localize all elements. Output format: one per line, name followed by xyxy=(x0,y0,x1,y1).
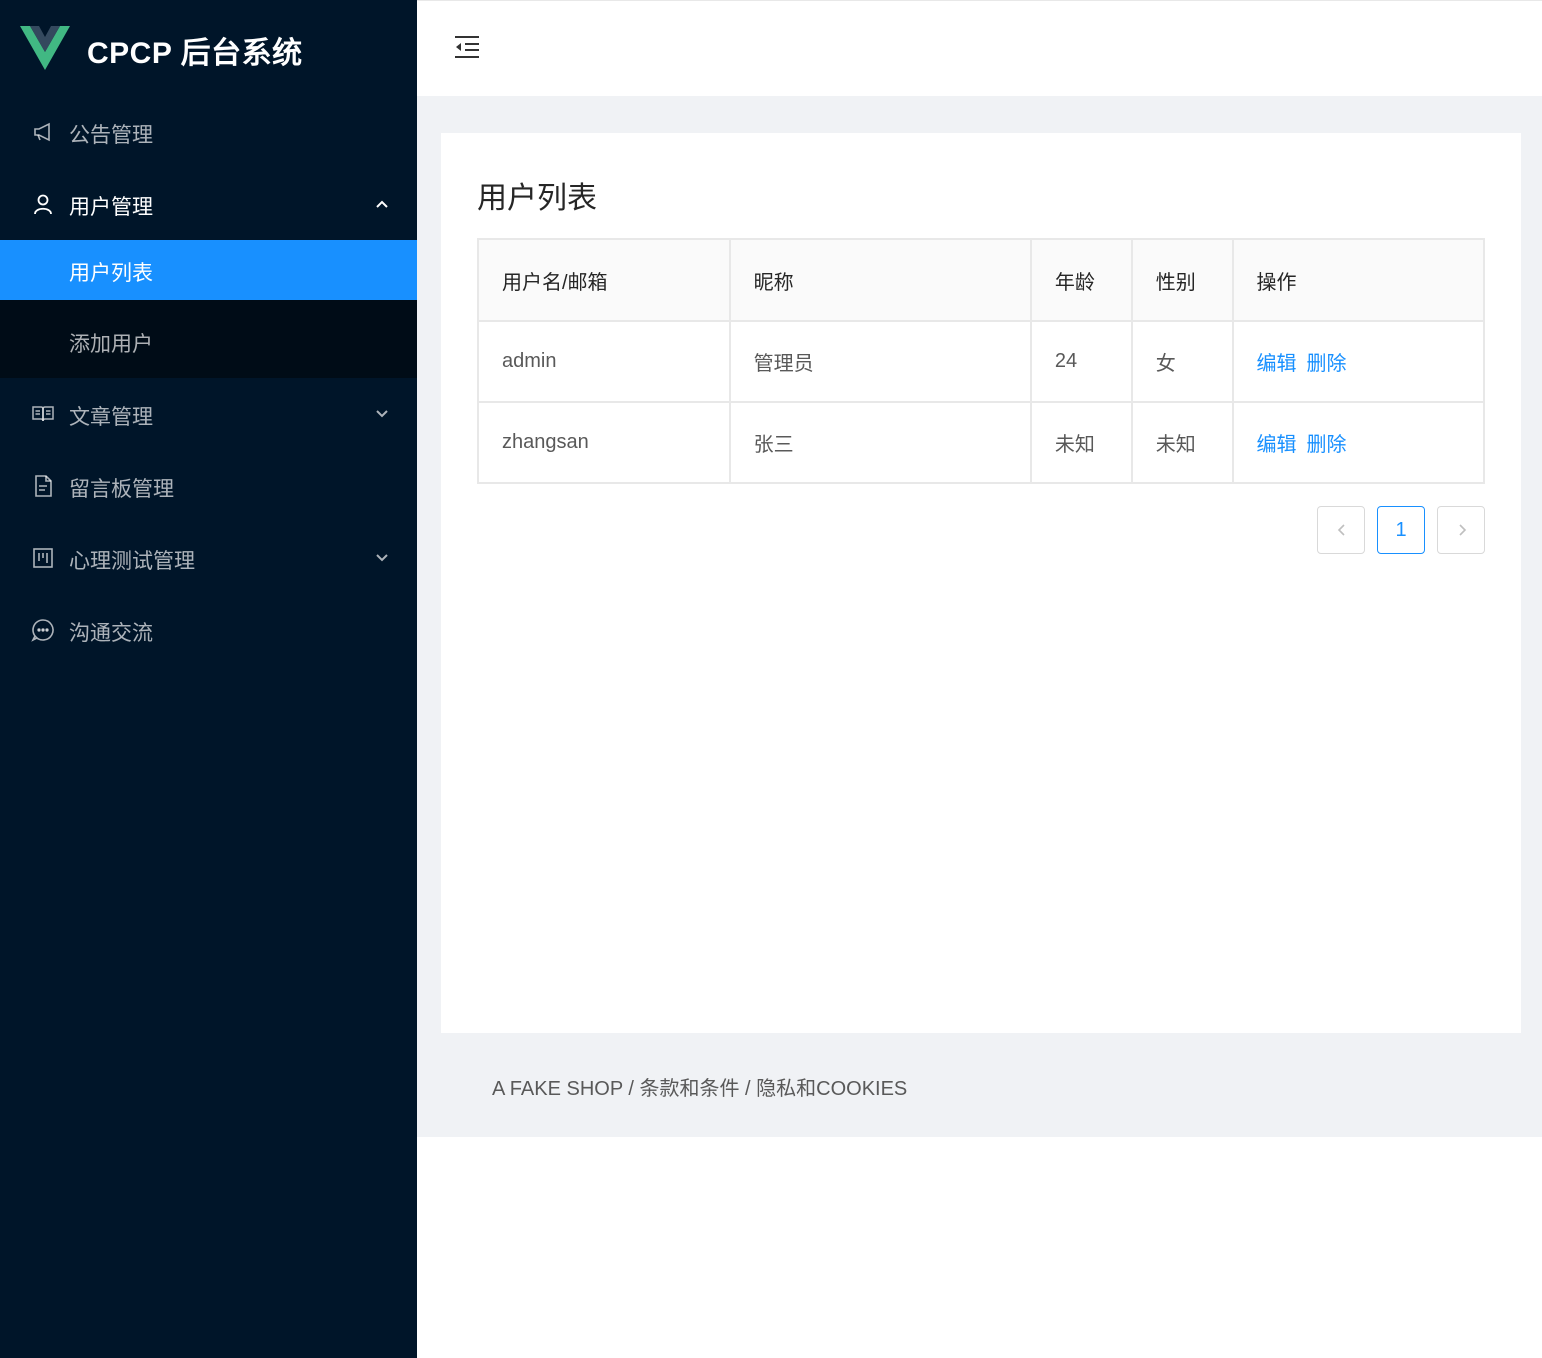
sidebar-item-announcements[interactable]: 公告管理 xyxy=(0,96,417,168)
cell-gender: 女 xyxy=(1130,320,1234,403)
chevron-down-icon xyxy=(376,410,388,418)
page-title: 用户列表 xyxy=(477,182,597,215)
sidebar-item-guestbook[interactable]: 留言板管理 xyxy=(0,450,417,522)
column-header: 昵称 xyxy=(728,238,1032,322)
footer-text: A FAKE SHOP / 条款和条件 / 隐私和COOKIES xyxy=(492,1078,908,1100)
sidebar-item-label: 公告管理 xyxy=(69,124,153,147)
menu-fold-icon[interactable] xyxy=(453,34,481,60)
cell-gender: 未知 xyxy=(1130,401,1234,484)
sidebar-item-label: 心理测试管理 xyxy=(69,550,195,573)
chevron-left-icon xyxy=(1337,524,1345,536)
sidebar: CPCP 后台系统 公告管理 用户管理 用户列表 添加用户 文章管理 留言板管理… xyxy=(0,0,417,1358)
sidebar-item-label: 文章管理 xyxy=(69,406,153,429)
chevron-right-icon xyxy=(1459,524,1467,536)
app-title: CPCP 后台系统 xyxy=(87,37,303,70)
file-text-icon xyxy=(35,475,52,497)
vue-logo-icon xyxy=(20,26,70,70)
sidebar-item-label: 添加用户 xyxy=(69,333,153,356)
pagination-page-button[interactable]: 1 xyxy=(1377,506,1425,554)
project-icon xyxy=(33,548,53,568)
edit-link[interactable]: 编辑 xyxy=(1257,434,1297,456)
pagination-prev-button[interactable] xyxy=(1317,506,1365,554)
cell-age: 24 xyxy=(1029,320,1133,403)
sidebar-item-label: 用户管理 xyxy=(69,196,153,219)
sidebar-item-users[interactable]: 用户管理 xyxy=(0,168,417,240)
notification-icon xyxy=(34,122,50,142)
cell-nickname: 管理员 xyxy=(728,320,1032,403)
sidebar-item-label: 留言板管理 xyxy=(69,478,174,501)
user-list-card: 用户列表 用户名/邮箱 昵称 年龄 性别 操作 admin 管理员 24 女 编… xyxy=(441,133,1521,1033)
cell-nickname: 张三 xyxy=(728,401,1032,484)
sidebar-item-communication[interactable]: 沟通交流 xyxy=(0,594,417,666)
column-header: 年龄 xyxy=(1029,238,1133,322)
user-table: 用户名/邮箱 昵称 年龄 性别 操作 admin 管理员 24 女 编辑 删除 z… xyxy=(477,238,1486,484)
edit-link[interactable]: 编辑 xyxy=(1257,353,1297,375)
sidebar-item-psych-tests[interactable]: 心理测试管理 xyxy=(0,522,417,594)
sidebar-item-add-user[interactable]: 添加用户 xyxy=(0,300,417,378)
cell-actions: 编辑 删除 xyxy=(1231,320,1486,403)
table-header-row: 用户名/邮箱 昵称 年龄 性别 操作 xyxy=(477,238,1486,322)
top-header xyxy=(417,0,1542,96)
column-header: 用户名/邮箱 xyxy=(477,238,731,322)
column-header: 操作 xyxy=(1231,238,1486,322)
sidebar-item-label: 用户列表 xyxy=(69,262,153,285)
read-icon xyxy=(32,406,54,422)
cell-username: admin xyxy=(477,320,731,403)
column-header: 性别 xyxy=(1130,238,1234,322)
cell-actions: 编辑 删除 xyxy=(1231,401,1486,484)
user-icon xyxy=(34,194,52,215)
chevron-down-icon xyxy=(376,554,388,562)
delete-link[interactable]: 删除 xyxy=(1307,434,1347,456)
sidebar-menu: 公告管理 用户管理 用户列表 添加用户 文章管理 留言板管理 心理测试管理 沟通… xyxy=(0,96,417,666)
table-row: admin 管理员 24 女 编辑 删除 xyxy=(477,320,1486,403)
chevron-up-icon xyxy=(376,200,388,208)
table-row: zhangsan 张三 未知 未知 编辑 删除 xyxy=(477,401,1486,484)
sidebar-item-user-list[interactable]: 用户列表 xyxy=(0,240,417,300)
cell-username: zhangsan xyxy=(477,401,731,484)
delete-link[interactable]: 删除 xyxy=(1307,353,1347,375)
submenu-users: 用户列表 添加用户 xyxy=(0,240,417,378)
logo[interactable]: CPCP 后台系统 xyxy=(0,0,417,96)
sidebar-item-articles[interactable]: 文章管理 xyxy=(0,378,417,450)
sidebar-item-label: 沟通交流 xyxy=(69,622,153,645)
message-icon xyxy=(31,619,54,642)
cell-age: 未知 xyxy=(1029,401,1133,484)
pagination-next-button[interactable] xyxy=(1437,506,1485,554)
